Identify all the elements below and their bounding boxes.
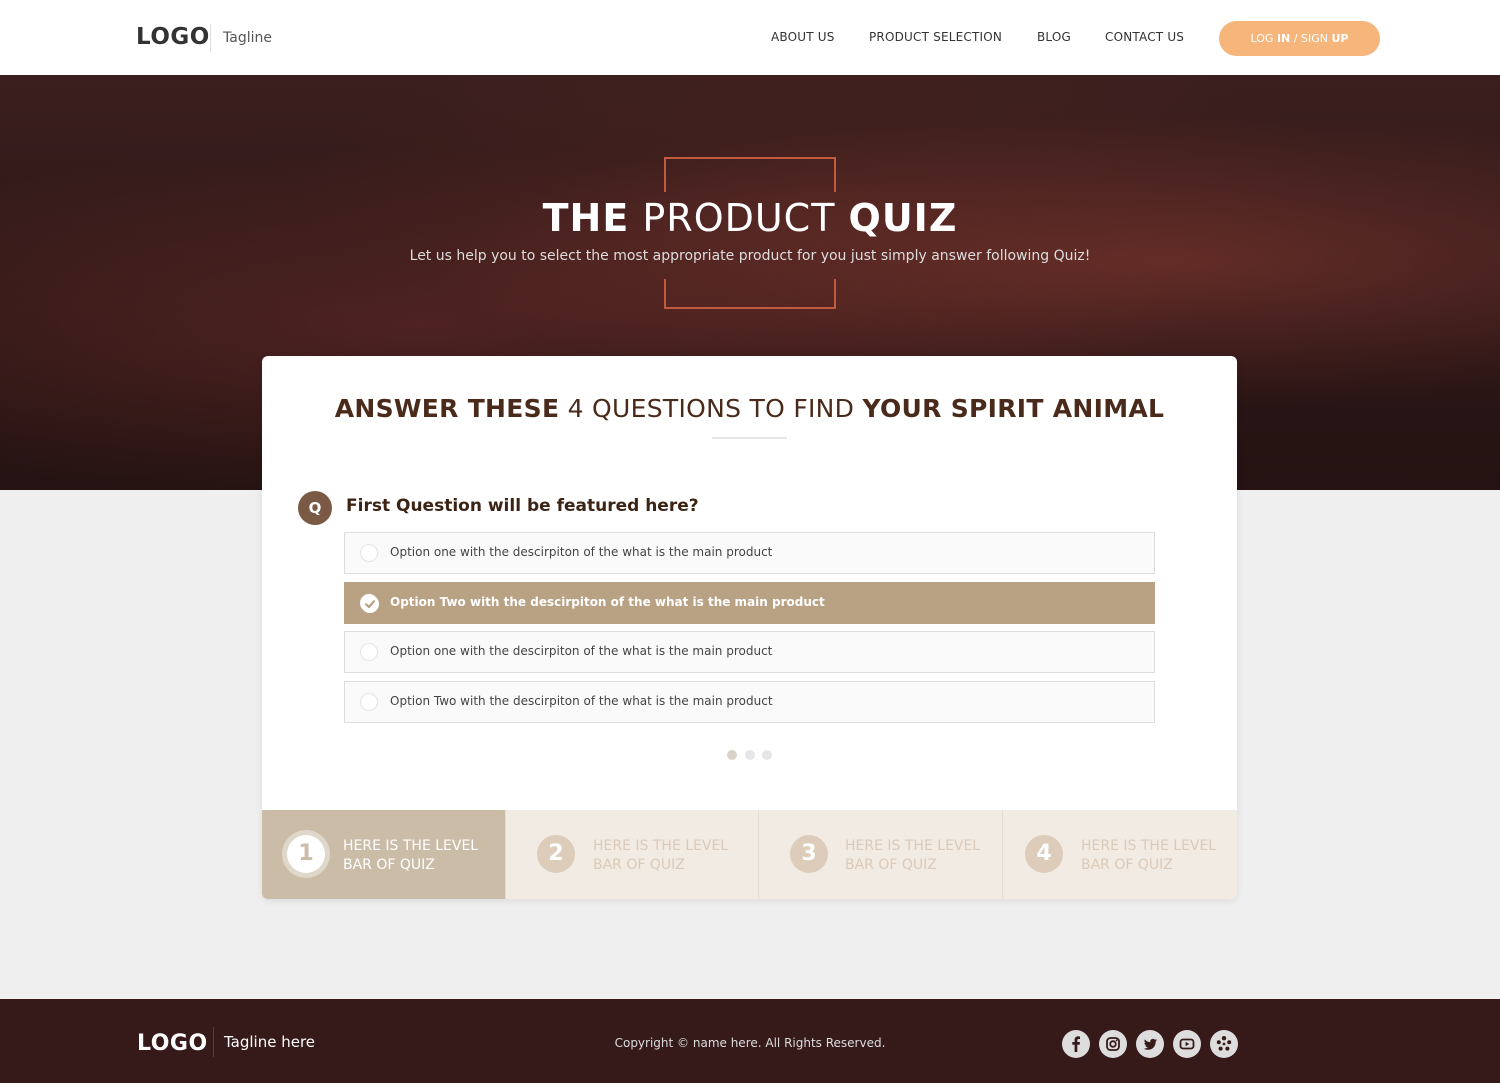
- level-label: HERE IS THE LEVEL BAR OF QUIZ: [593, 837, 753, 875]
- radio-button-checked[interactable]: [360, 594, 379, 613]
- site-header: LOGO Tagline ABOUT US PRODUCT SELECTION …: [0, 0, 1500, 75]
- level-label-line1: HERE IS THE LEVEL: [593, 838, 729, 854]
- nav-contact-us[interactable]: CONTACT US: [1105, 30, 1184, 44]
- radio-button[interactable]: [360, 693, 378, 711]
- level-label-line2: BAR OF QUIZ: [593, 857, 685, 873]
- twitter-icon[interactable]: [1136, 1030, 1164, 1058]
- login-sep: / SIGN: [1290, 32, 1332, 45]
- login-signup-button[interactable]: LOG IN / SIGN UP: [1219, 21, 1380, 56]
- login-in: IN: [1276, 32, 1291, 45]
- level-number: 1: [287, 835, 325, 873]
- quiz-heading-light: 4 QUESTIONS TO FIND: [559, 394, 863, 423]
- heading-divider: [712, 437, 787, 439]
- level-label-line1: HERE IS THE LEVEL: [845, 838, 981, 854]
- nav-about-us[interactable]: ABOUT US: [771, 30, 835, 44]
- level-label-line1: HERE IS THE LEVEL: [1081, 838, 1217, 854]
- copyright-text: Copyright © name here. All Rights Reserv…: [614, 1036, 886, 1050]
- level-number: 4: [1025, 835, 1063, 873]
- answer-option-1[interactable]: Option one with the descirpiton of the w…: [344, 532, 1155, 574]
- answer-option-4[interactable]: Option Two with the descirpiton of the w…: [344, 681, 1155, 723]
- option-label: Option one with the descirpiton of the w…: [390, 644, 773, 658]
- answer-option-2[interactable]: Option Two with the descirpiton of the w…: [344, 582, 1155, 624]
- answer-option-3[interactable]: Option one with the descirpiton of the w…: [344, 631, 1155, 673]
- quiz-heading-bold2: YOUR SPIRIT ANIMAL: [862, 394, 1165, 423]
- hero-subtitle: Let us help you to select the most appro…: [409, 248, 1091, 264]
- option-label: Option Two with the descirpiton of the w…: [390, 694, 773, 708]
- youtube-icon[interactable]: [1173, 1030, 1201, 1058]
- pagination-dot-active[interactable]: [727, 750, 737, 760]
- site-footer: LOGO Tagline here Copyright © name here.…: [0, 999, 1500, 1083]
- level-step-4[interactable]: 4 HERE IS THE LEVEL BAR OF QUIZ: [1003, 810, 1237, 899]
- pagination-dot[interactable]: [745, 750, 755, 760]
- yelp-icon[interactable]: [1210, 1030, 1238, 1058]
- level-bar: 1 HERE IS THE LEVEL BAR OF QUIZ 2 HERE IS…: [262, 810, 1237, 899]
- login-up: UP: [1331, 32, 1349, 45]
- hero-title-light: PRODUCT: [629, 196, 849, 240]
- hero-title: THE PRODUCT QUIZ: [0, 196, 1500, 240]
- level-step-1[interactable]: 1 HERE IS THE LEVEL BAR OF QUIZ: [262, 810, 506, 899]
- pagination-dot[interactable]: [762, 750, 772, 760]
- level-label: HERE IS THE LEVEL BAR OF QUIZ: [845, 837, 1005, 875]
- logo[interactable]: LOGO: [136, 24, 210, 50]
- quiz-card: ANSWER THESE 4 QUESTIONS TO FIND YOUR SP…: [262, 356, 1237, 899]
- tagline: Tagline: [210, 24, 272, 52]
- hero-title-bold2: QUIZ: [848, 196, 958, 240]
- quiz-heading: ANSWER THESE 4 QUESTIONS TO FIND YOUR SP…: [262, 394, 1237, 423]
- level-label-line2: BAR OF QUIZ: [1081, 857, 1173, 873]
- radio-button[interactable]: [360, 544, 378, 562]
- check-icon: [361, 595, 379, 613]
- level-step-2[interactable]: 2 HERE IS THE LEVEL BAR OF QUIZ: [506, 810, 759, 899]
- level-number: 2: [537, 835, 575, 873]
- facebook-icon[interactable]: [1062, 1030, 1090, 1058]
- level-label: HERE IS THE LEVEL BAR OF QUIZ: [1081, 837, 1237, 875]
- level-label-line2: BAR OF QUIZ: [845, 857, 937, 873]
- login-prefix: LOG: [1250, 32, 1277, 45]
- hero-title-bold1: THE: [542, 196, 630, 240]
- option-label: Option one with the descirpiton of the w…: [390, 545, 773, 559]
- level-step-3[interactable]: 3 HERE IS THE LEVEL BAR OF QUIZ: [759, 810, 1003, 899]
- nav-blog[interactable]: BLOG: [1037, 30, 1071, 44]
- nav-product-selection[interactable]: PRODUCT SELECTION: [869, 30, 1002, 44]
- level-number: 3: [790, 835, 828, 873]
- level-label: HERE IS THE LEVEL BAR OF QUIZ: [343, 837, 503, 875]
- option-label: Option Two with the descirpiton of the w…: [390, 595, 825, 609]
- level-label-line1: HERE IS THE LEVEL: [343, 838, 479, 854]
- instagram-icon[interactable]: [1099, 1030, 1127, 1058]
- question-text: First Question will be featured here?: [346, 496, 699, 516]
- quiz-heading-bold1: ANSWER THESE: [334, 394, 560, 423]
- question-badge: Q: [298, 491, 332, 525]
- level-label-line2: BAR OF QUIZ: [343, 857, 435, 873]
- radio-button[interactable]: [360, 643, 378, 661]
